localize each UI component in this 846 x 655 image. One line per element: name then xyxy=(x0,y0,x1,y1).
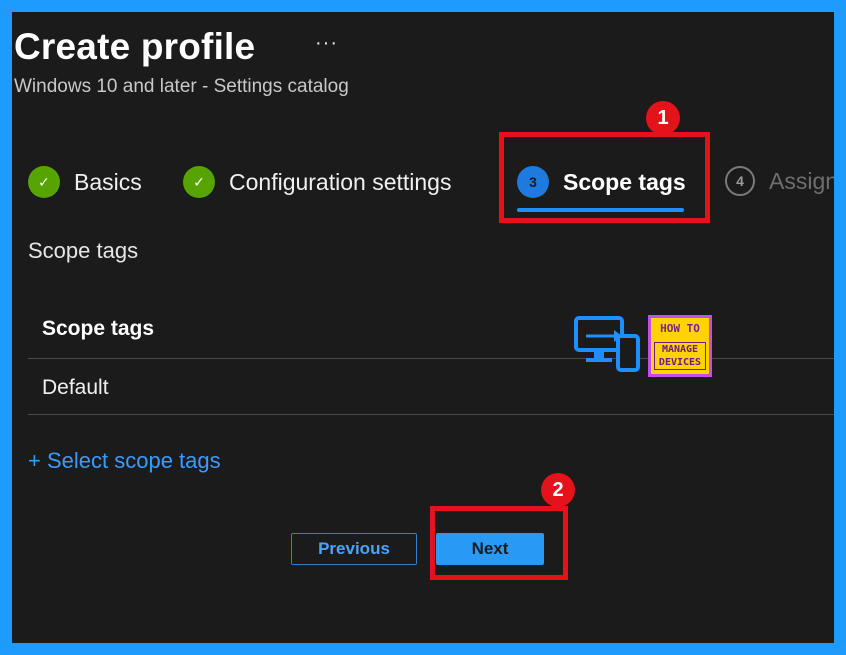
previous-button[interactable]: Previous xyxy=(291,533,417,565)
annotation-badge-2: 2 xyxy=(541,473,575,507)
section-label: Scope tags xyxy=(28,238,139,263)
step-label: Assignments xyxy=(769,167,834,194)
step-number-icon: 4 xyxy=(725,166,755,196)
logo-text-top: HOW TO xyxy=(660,322,700,335)
devices-icon xyxy=(574,316,640,372)
wizard-step-basics[interactable]: ✓ Basics xyxy=(28,166,142,198)
column-header-scope-tags: Scope tags xyxy=(42,317,155,340)
highlight-box-scope-tags xyxy=(499,132,710,223)
step-label: Basics xyxy=(74,168,142,195)
page-title: Create profile xyxy=(14,26,256,67)
step-label: Configuration settings xyxy=(229,168,452,195)
table-header: Scope tags xyxy=(28,297,834,359)
check-icon: ✓ xyxy=(183,166,215,198)
wizard-step-assignments[interactable]: 4 Assignments xyxy=(725,166,834,196)
annotation-badge-1: 1 xyxy=(646,101,680,135)
logo-text-bottom: MANAGE DEVICES xyxy=(654,342,706,370)
more-options-icon[interactable]: ··· xyxy=(315,32,338,55)
highlight-box-next xyxy=(430,506,568,580)
select-scope-tags-link[interactable]: + Select scope tags xyxy=(28,448,221,474)
app-frame: Create profile ··· Windows 10 and later … xyxy=(12,12,834,643)
table-cell-default: Default xyxy=(42,376,109,399)
how-to-manage-devices-logo: HOW TO MANAGE DEVICES xyxy=(574,314,712,381)
check-icon: ✓ xyxy=(28,166,60,198)
logo-badge: HOW TO MANAGE DEVICES xyxy=(648,315,712,377)
table-row: Default xyxy=(28,360,834,415)
page-subtitle: Windows 10 and later - Settings catalog xyxy=(14,76,349,97)
wizard-step-configuration-settings[interactable]: ✓ Configuration settings xyxy=(183,166,451,198)
